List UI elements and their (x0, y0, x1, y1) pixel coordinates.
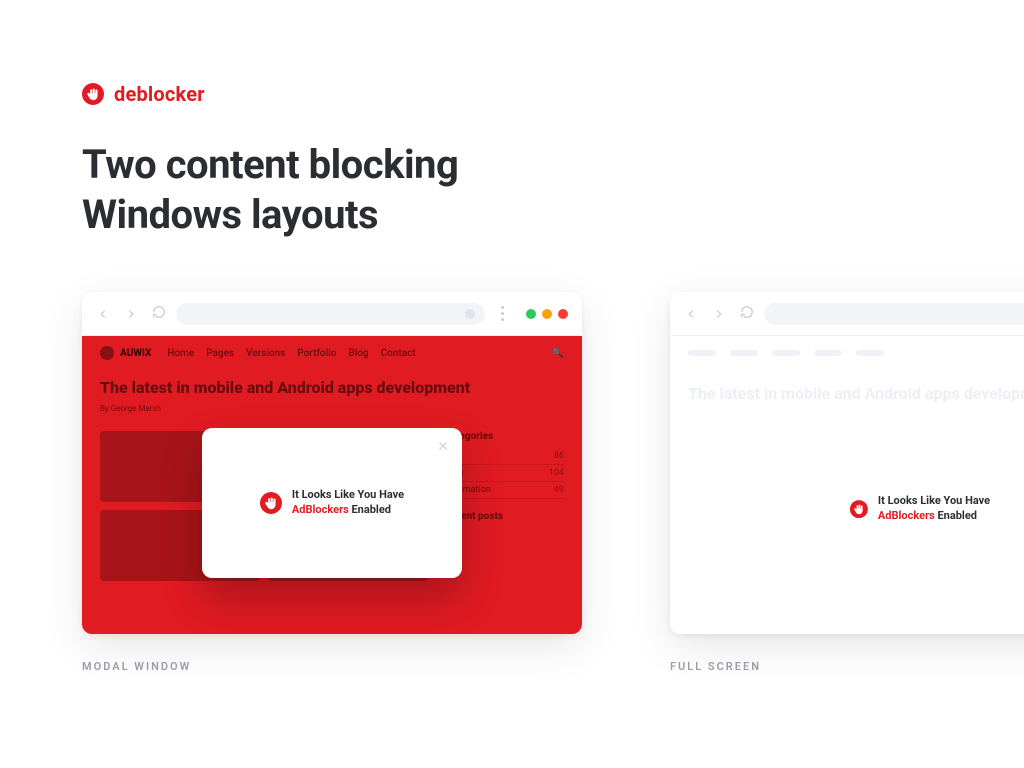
nav-back-icon (684, 307, 698, 321)
caption-fullscreen: FULL SCREEN (670, 660, 1024, 673)
ghost-title: The latest in mobile and Android apps de… (670, 370, 1024, 405)
deblocker-badge-icon (850, 500, 868, 518)
page-headline: Two content blocking Windows layouts (82, 140, 1024, 240)
site-viewport-white: The latest in mobile and Android apps de… (670, 336, 1024, 634)
nav-back-icon (96, 307, 110, 321)
menu-dots-icon (501, 306, 504, 321)
nav-refresh-icon (152, 304, 166, 323)
site-article-title: The latest in mobile and Android apps de… (100, 378, 564, 398)
close-icon[interactable] (436, 438, 450, 457)
nav-forward-icon (712, 307, 726, 321)
search-icon: 🔍 (552, 348, 564, 359)
adblock-fullscreen-text: It Looks Like You Have AdBlockers Enable… (850, 494, 990, 524)
adblock-modal: It Looks Like You Have AdBlockers Enable… (202, 428, 462, 578)
browser-mock: The latest in mobile and Android apps de… (670, 292, 1024, 634)
example-modal-window: AUWIX Home Pages Versions Portfolio Blog… (82, 292, 582, 673)
browser-toolbar (670, 292, 1024, 336)
site-sidebar: Categories Art86 Tech104 Automation49 Re… (444, 431, 564, 581)
site-viewport-red: AUWIX Home Pages Versions Portfolio Blog… (82, 336, 582, 634)
nav-refresh-icon (740, 304, 754, 323)
site-byline: By George Marsh (100, 404, 564, 413)
browser-mock: AUWIX Home Pages Versions Portfolio Blog… (82, 292, 582, 634)
brand-name: deblocker (114, 82, 205, 106)
caption-modal: MODAL WINDOW (82, 660, 582, 673)
browser-toolbar (82, 292, 582, 336)
nav-forward-icon (124, 307, 138, 321)
window-controls (526, 309, 568, 319)
example-fullscreen: The latest in mobile and Android apps de… (670, 292, 1024, 673)
site-menu: Home Pages Versions Portfolio Blog Conta… (167, 348, 535, 359)
address-bar (176, 303, 485, 325)
adblock-modal-text: It Looks Like You Have AdBlockers Enable… (292, 488, 404, 518)
addr-star-icon (465, 309, 475, 319)
address-bar (764, 303, 1024, 325)
brand: deblocker (82, 82, 1024, 106)
deblocker-badge-icon (260, 492, 282, 514)
site-logo: AUWIX (100, 346, 151, 360)
ghost-nav (670, 336, 1024, 370)
deblocker-logo-icon (82, 83, 104, 105)
